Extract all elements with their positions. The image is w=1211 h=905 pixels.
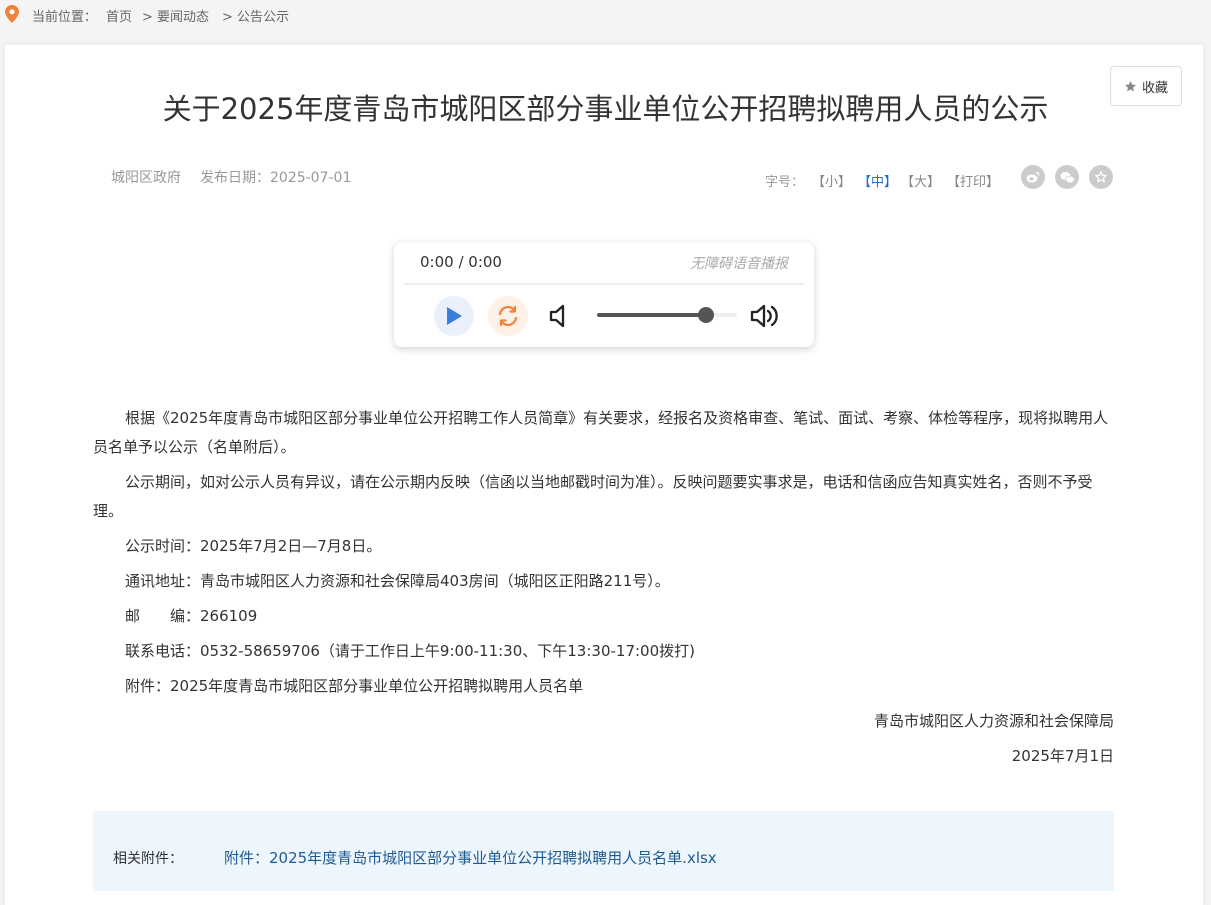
publish-date-value: 2025-07-01: [270, 170, 352, 186]
loop-button[interactable]: [488, 296, 528, 336]
font-size-label: 字号：: [765, 175, 805, 190]
article-source: 城阳区政府: [111, 170, 181, 186]
accessibility-audio-label: 无障碍语音播报: [690, 256, 788, 272]
wechat-icon: [1060, 171, 1075, 183]
volume-knob[interactable]: [698, 307, 715, 323]
star-icon: [1095, 171, 1107, 183]
publish-label: 发布日期：: [200, 170, 270, 186]
attachments-label: 相关附件：: [113, 851, 183, 867]
paragraph: 根据《2025年度青岛市城阳区部分事业单位公开招聘工作人员简章》有关要求，经报名…: [93, 409, 1109, 456]
volume-fill: [597, 313, 707, 317]
location-pin-icon: [5, 5, 19, 23]
paragraph: 公示期间，如对公示人员有异议，请在公示期内反映（信函以当地邮戳时间为准）。反映问…: [93, 473, 1093, 520]
paragraph: 联系电话：0532-58659706（请于工作日上午9:00-11:30、下午1…: [125, 642, 695, 660]
signature-org: 青岛市城阳区人力资源和社会保障局: [873, 712, 1114, 730]
font-size-small[interactable]: 【小】: [812, 175, 851, 190]
audio-player: 0:00 / 0:00 无障碍语音播报: [394, 242, 814, 347]
attachments-panel: 相关附件： 附件：2025年度青岛市城阳区部分事业单位公开招聘拟聘用人员名单.x…: [93, 811, 1114, 891]
paragraph: 附件：2025年度青岛市城阳区部分事业单位公开招聘拟聘用人员名单: [125, 677, 584, 695]
weibo-icon: [1026, 171, 1040, 183]
audio-time: 0:00 / 0:00: [420, 253, 502, 271]
article-title: 关于2025年度青岛市城阳区部分事业单位公开招聘拟聘用人员的公示: [162, 92, 1049, 126]
volume-mute-icon[interactable]: [544, 300, 576, 332]
article-body: 根据《2025年度青岛市城阳区部分事业单位公开招聘工作人员简章》有关要求，经报名…: [93, 404, 1114, 777]
publish-date: 发布日期：2025-07-01: [200, 167, 351, 187]
volume-up-icon[interactable]: [748, 300, 780, 332]
wechat-share-button[interactable]: [1055, 165, 1079, 189]
font-size-large[interactable]: 【大】: [901, 175, 940, 190]
breadcrumb-notice-link[interactable]: > 公告公示: [222, 6, 289, 25]
print-link[interactable]: 【打印】: [947, 175, 999, 190]
play-button[interactable]: [434, 296, 474, 336]
player-divider: [404, 283, 804, 285]
breadcrumb-home-link[interactable]: 首页: [106, 6, 132, 25]
paragraph: 邮 编：266109: [125, 607, 258, 625]
play-icon: [447, 307, 462, 325]
paragraph: 通讯地址：青岛市城阳区人力资源和社会保障局403房间（城阳区正阳路211号）。: [125, 572, 670, 590]
attachment-link[interactable]: 附件：2025年度青岛市城阳区部分事业单位公开招聘拟聘用人员名单.xlsx: [224, 847, 717, 868]
favorite-share-button[interactable]: [1089, 165, 1113, 189]
weibo-share-button[interactable]: [1021, 165, 1045, 189]
breadcrumb-prefix: 当前位置：: [32, 10, 98, 25]
paragraph: 公示时间：2025年7月2日—7月8日。: [125, 537, 382, 555]
volume-slider[interactable]: [597, 307, 737, 323]
loop-icon: [498, 305, 518, 327]
breadcrumb-news-link[interactable]: > 要闻动态: [142, 6, 209, 25]
font-size-medium[interactable]: 【中】: [858, 175, 897, 190]
signature-date: 2025年7月1日: [1011, 747, 1114, 765]
breadcrumb: 当前位置： 首页 > 要闻动态 > 公告公示: [0, 0, 1211, 30]
